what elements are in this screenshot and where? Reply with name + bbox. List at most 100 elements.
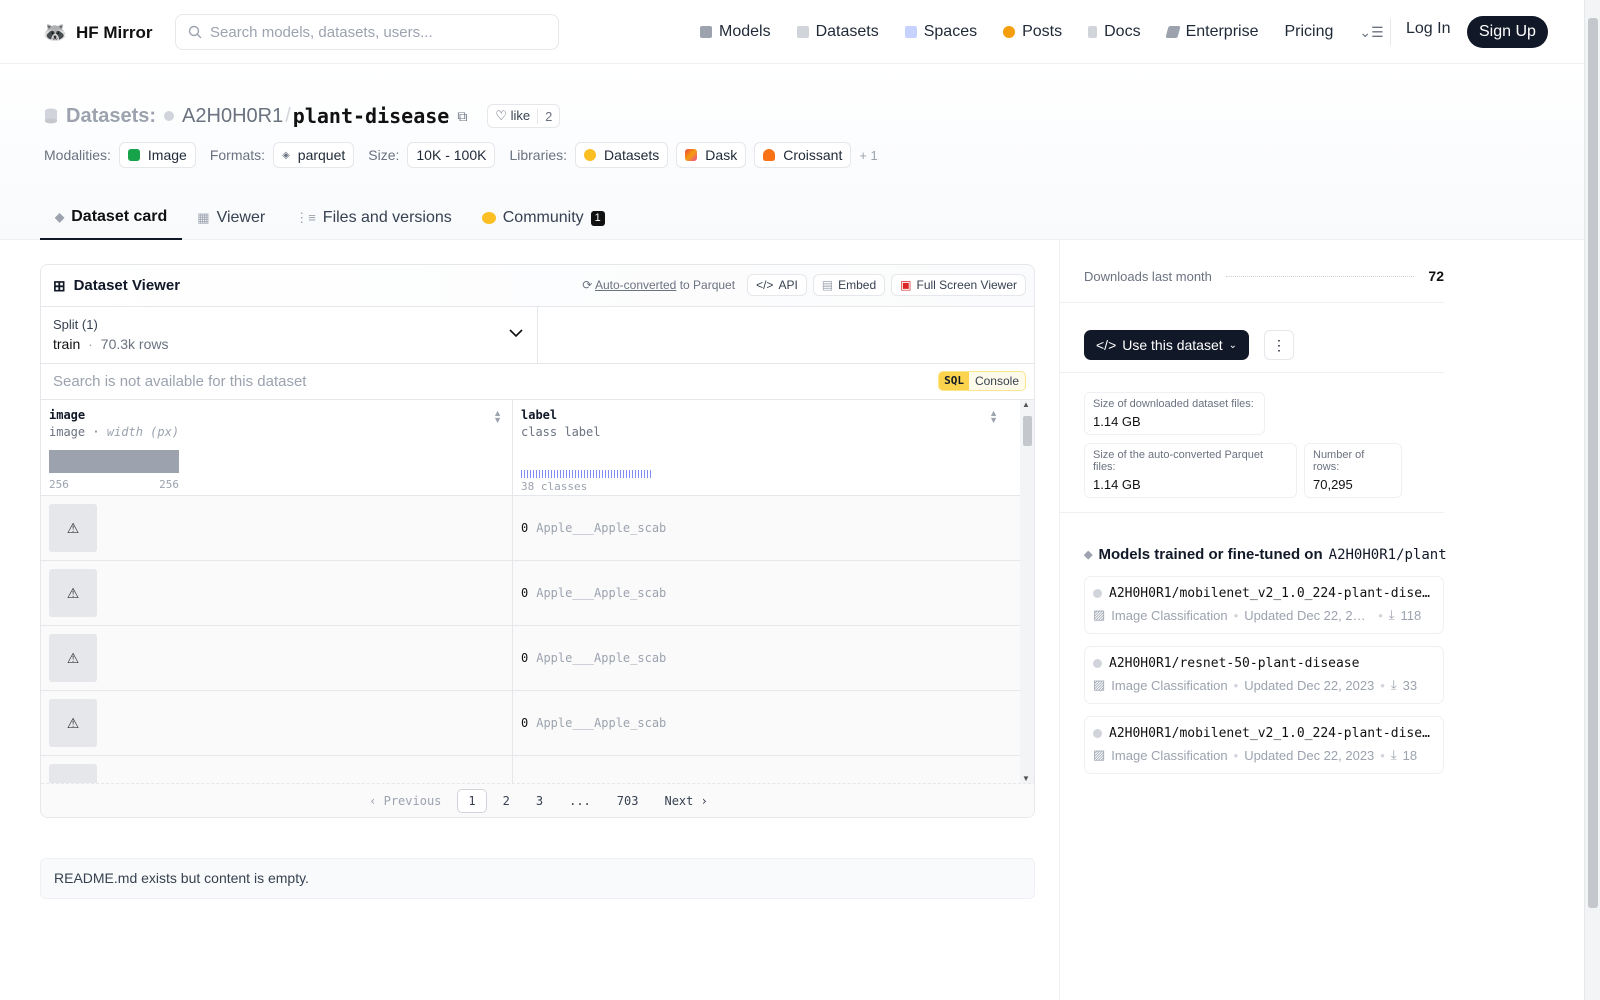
models-repo[interactable]: A2H0H0R1/plant-disease	[1329, 547, 1446, 563]
model-card[interactable]: A2H0H0R1/resnet-50-plant-disease ▨ Image …	[1084, 646, 1444, 704]
tag-image[interactable]: Image	[118, 142, 196, 168]
column-label-type: class label	[521, 425, 601, 439]
split-name: train	[53, 336, 81, 352]
previous-page-button[interactable]: ‹ Previous	[359, 790, 451, 812]
tab-files[interactable]: ⋮≡ Files and versions	[280, 196, 467, 240]
next-page-button[interactable]: Next ›	[654, 790, 717, 812]
nav-datasets[interactable]: Datasets	[796, 23, 879, 41]
copy-icon[interactable]: ⧉	[457, 108, 467, 125]
broken-image-icon[interactable]: ⚠	[49, 699, 97, 747]
repo-name[interactable]: plant-disease	[293, 104, 450, 128]
fullscreen-button[interactable]: ▣ Full Screen Viewer	[891, 274, 1026, 296]
label-name: Apple___Apple_scab	[536, 651, 667, 665]
nav-enterprise[interactable]: Enterprise	[1164, 23, 1258, 41]
tags-row: Modalities: Image Formats: ◈ parquet Size…	[44, 142, 878, 168]
table-row[interactable]: ⚠ 0 Apple___Apple_scab	[41, 496, 1034, 561]
sort-icon[interactable]: ▲ ▼	[493, 409, 502, 425]
heart-icon: ♡	[495, 108, 507, 123]
autoconverted-note: ⟳ Auto-converted to Parquet	[582, 278, 735, 292]
broken-image-icon[interactable]: ⚠	[49, 569, 97, 617]
column-image-type-extra: width (px)	[106, 425, 180, 439]
table-scrollbar[interactable]: ▲ ▼	[1020, 400, 1034, 783]
row-count-value: 70,295	[1313, 477, 1353, 492]
nav-pricing[interactable]: Pricing	[1284, 23, 1333, 41]
table-row[interactable]	[41, 756, 1034, 783]
more-menu-button[interactable]: ⌄☰	[1359, 24, 1383, 41]
tag-parquet[interactable]: ◈ parquet	[273, 142, 355, 168]
code-icon: </>	[1096, 337, 1117, 353]
tag-lib-datasets[interactable]: Datasets	[575, 142, 669, 168]
nav-models[interactable]: Models	[700, 23, 771, 41]
owner-link[interactable]: A2H0H0R1	[182, 105, 283, 128]
model-name-row: A2H0H0R1/mobilenet_v2_1.0_224-plant-dise…	[1093, 586, 1435, 601]
broken-image-icon[interactable]: ⚠	[49, 634, 97, 682]
tag-lib-dask[interactable]: Dask	[676, 142, 747, 168]
row-count-label: Number of rows:	[1313, 449, 1365, 473]
nav-datasets-label: Datasets	[815, 23, 879, 40]
scroll-down-icon[interactable]: ▼	[1022, 774, 1030, 783]
brand-logo[interactable]: 🦝 HF Mirror	[42, 20, 153, 46]
pagination: ‹ Previous 1 2 3 ... 703 Next ›	[41, 783, 1034, 817]
chevron-left-icon: ‹	[369, 793, 377, 808]
login-link[interactable]: Log In	[1406, 20, 1450, 38]
more-libraries[interactable]: + 1	[859, 148, 877, 163]
model-updated: Updated Dec 22, 2023	[1244, 677, 1375, 693]
table-row[interactable]: ⚠ 0 Apple___Apple_scab	[41, 626, 1034, 691]
parquet-size-box: Size of the auto-converted Parquet files…	[1084, 443, 1297, 498]
sql-console-button[interactable]: SQL Console	[938, 371, 1026, 391]
use-dataset-button[interactable]: </> Use this dataset ⌄	[1084, 330, 1250, 360]
page-ellipsis: ...	[569, 793, 591, 808]
broken-image-icon[interactable]	[49, 764, 97, 783]
autoconverted-link[interactable]: Auto-converted	[595, 278, 676, 292]
label-name: Apple___Apple_scab	[536, 586, 667, 600]
section-label: Datasets:	[66, 104, 157, 127]
nav-posts[interactable]: Posts	[1003, 23, 1062, 41]
scroll-thumb[interactable]	[1023, 416, 1032, 446]
tab-community-label: Community	[502, 209, 584, 226]
tag-size[interactable]: 10K - 100K	[407, 142, 496, 168]
model-updated: Updated Dec 22, 2023	[1244, 747, 1375, 763]
table-row[interactable]: ⚠ 0 Apple___Apple_scab	[41, 691, 1034, 756]
model-card[interactable]: A2H0H0R1/mobilenet_v2_1.0_224-plant-dise…	[1084, 716, 1444, 774]
nav-docs[interactable]: Docs	[1088, 23, 1141, 41]
model-card[interactable]: A2H0H0R1/mobilenet_v2_1.0_224-plant-dise…	[1084, 576, 1444, 634]
model-name: A2H0H0R1/mobilenet_v2_1.0_224-plant-dise…	[1109, 586, 1435, 601]
page-button[interactable]: 703	[607, 790, 649, 812]
nav-docs-label: Docs	[1104, 23, 1141, 40]
search-input[interactable]	[210, 23, 540, 41]
search-icon	[188, 25, 202, 39]
more-options-button[interactable]: ⋮	[1264, 330, 1294, 360]
tab-community[interactable]: Community 1	[467, 196, 620, 240]
scroll-up-icon[interactable]: ▲	[1022, 400, 1030, 409]
global-search[interactable]	[175, 14, 559, 50]
image-icon	[127, 149, 140, 161]
meta-separator: •	[1233, 747, 1239, 763]
like-button[interactable]: ♡ like 2	[487, 104, 561, 128]
api-button[interactable]: </> API	[747, 274, 807, 296]
signup-button[interactable]: Sign Up	[1467, 16, 1548, 48]
page-button[interactable]: 2	[493, 790, 520, 812]
divider	[1060, 512, 1444, 513]
model-avatar-icon	[1093, 729, 1102, 738]
table-row[interactable]: ⚠ 0 Apple___Apple_scab	[41, 561, 1034, 626]
broken-image-icon[interactable]: ⚠	[49, 504, 97, 552]
tab-viewer[interactable]: ▦ Viewer	[182, 196, 280, 240]
page-scrollbar[interactable]	[1584, 0, 1600, 1000]
tab-dataset-card[interactable]: ◆ Dataset card	[40, 196, 183, 240]
tag-lib-croissant[interactable]: Croissant	[754, 142, 852, 168]
sort-icon[interactable]: ▲ ▼	[989, 409, 998, 425]
page-scroll-thumb[interactable]	[1588, 18, 1598, 908]
split-selector[interactable]: Split (1) train · 70.3k rows	[41, 307, 538, 363]
dataset-icon	[45, 108, 57, 124]
page-button[interactable]: 3	[526, 790, 553, 812]
nav-spaces[interactable]: Spaces	[904, 23, 977, 41]
embed-button[interactable]: ▤ Embed	[812, 274, 886, 296]
model-avatar-icon	[1093, 589, 1102, 598]
column-label[interactable]: label class label ▲ ▼ 38 classes	[513, 400, 1022, 495]
embed-label: Embed	[838, 278, 877, 292]
page-button[interactable]: 1	[457, 788, 487, 813]
column-image[interactable]: image image · width (px) ▲ ▼ 256 256	[41, 400, 513, 495]
tab-files-label: Files and versions	[322, 209, 452, 226]
image-classification-icon: ▨	[1093, 747, 1106, 762]
fullscreen-icon: ▣	[900, 278, 912, 292]
